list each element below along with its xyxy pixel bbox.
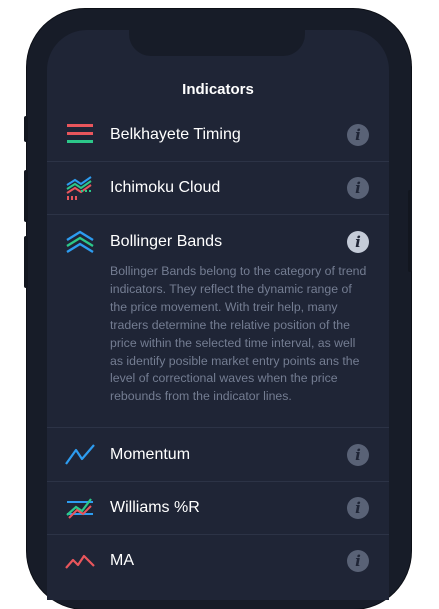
momentum-icon <box>63 442 97 468</box>
ichimoku-cloud-icon <box>63 175 97 201</box>
side-button-volume-down <box>24 236 28 288</box>
indicator-label: Williams %R <box>110 499 200 516</box>
info-icon[interactable]: i <box>347 231 369 253</box>
side-button-power <box>408 190 412 272</box>
page-title: Indicators <box>182 81 254 98</box>
info-icon[interactable]: i <box>347 177 369 199</box>
info-icon[interactable]: i <box>347 497 369 519</box>
indicator-row-momentum[interactable]: Momentum i <box>47 429 389 482</box>
side-button-volume-up <box>24 170 28 222</box>
indicator-label: Momentum <box>110 446 191 463</box>
indicator-description: Bollinger Bands belong to the category o… <box>110 264 367 404</box>
indicator-row-belkhayete-timing[interactable]: Belkhayete Timing i <box>47 109 389 162</box>
indicator-row-ichimoku-cloud[interactable]: Ichimoku Cloud i <box>47 162 389 215</box>
indicator-label: Belkhayete Timing <box>110 126 241 143</box>
app-screen: Indicators Belkhayete Timing i Ichimoku … <box>47 30 389 600</box>
bollinger-bands-icon <box>63 230 97 256</box>
info-icon[interactable]: i <box>347 550 369 572</box>
notch <box>129 30 305 56</box>
side-button-mute <box>24 116 28 142</box>
indicator-label: MA <box>110 552 134 569</box>
indicator-label: Bollinger Bands <box>110 233 223 250</box>
belkhayete-timing-icon <box>63 122 97 148</box>
info-icon[interactable]: i <box>347 124 369 146</box>
indicator-row-williams-r[interactable]: Williams %R i <box>47 482 389 535</box>
moving-average-icon <box>63 548 97 574</box>
indicator-label: Ichimoku Cloud <box>110 179 221 196</box>
indicator-row-ma[interactable]: MA i <box>47 535 389 587</box>
williams-r-icon <box>63 495 97 521</box>
info-icon[interactable]: i <box>347 444 369 466</box>
indicator-row-bollinger-bands[interactable]: Bollinger Bands i Bollinger Bands belong… <box>47 215 389 428</box>
